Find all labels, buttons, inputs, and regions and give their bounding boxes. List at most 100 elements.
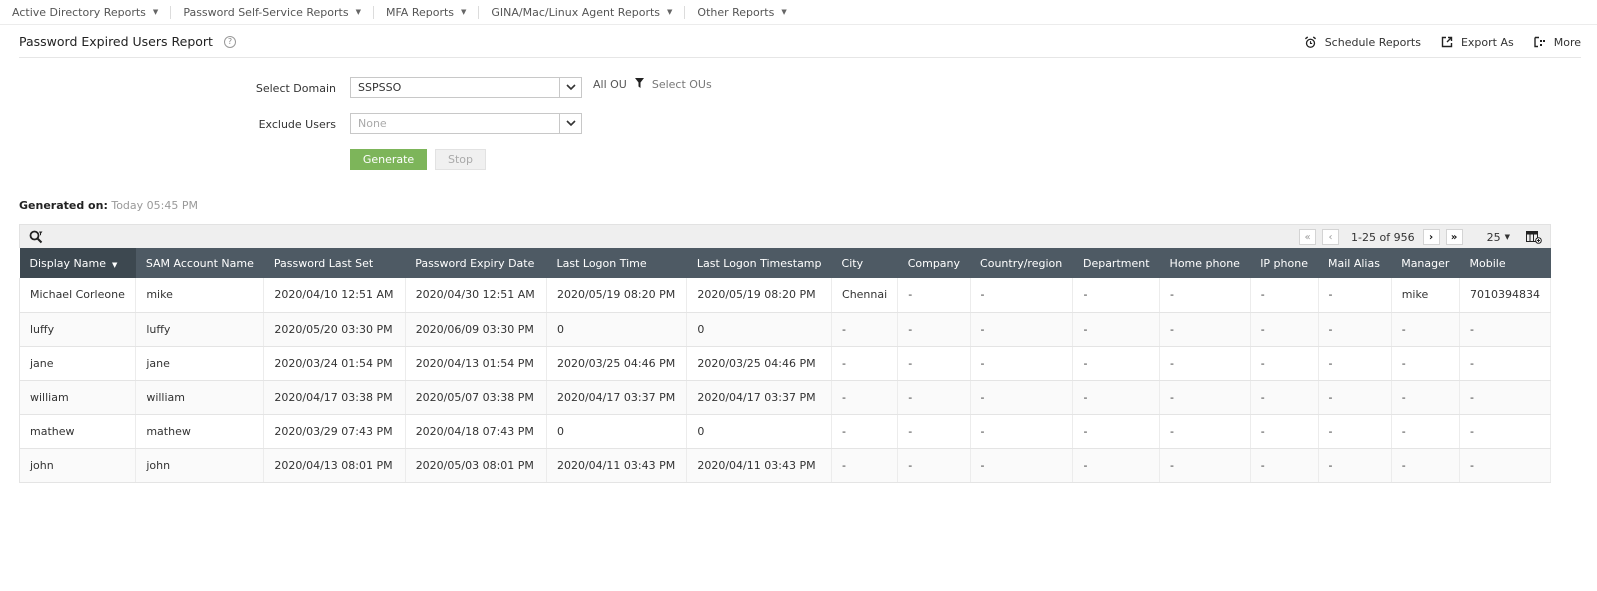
table-cell: - — [1159, 312, 1251, 347]
table-cell: - — [831, 414, 899, 449]
column-header-company[interactable]: Company — [897, 248, 971, 278]
table-cell: 2020/04/11 03:43 PM — [546, 448, 688, 483]
last-page-icon[interactable]: » — [1445, 229, 1463, 245]
chevron-down-icon: ▼ — [781, 8, 787, 16]
column-header-last-logon-time[interactable]: Last Logon Time — [546, 248, 687, 278]
column-chooser-icon[interactable] — [1526, 230, 1542, 244]
table-cell: - — [1159, 278, 1251, 313]
table-cell: 2020/04/18 07:43 PM — [405, 414, 547, 449]
column-header-password-expiry-date[interactable]: Password Expiry Date — [405, 248, 547, 278]
table-cell: - — [970, 448, 1074, 483]
table-cell: 2020/04/11 03:43 PM — [686, 448, 833, 483]
column-header-manager[interactable]: Manager — [1391, 248, 1460, 278]
table-cell: - — [1072, 448, 1161, 483]
select-ous-link[interactable]: Select OUs — [652, 78, 712, 91]
select-domain-label: Select Domain — [255, 82, 336, 95]
column-header-city[interactable]: City — [831, 248, 898, 278]
table-cell: - — [1391, 380, 1461, 415]
nav-password-self-service-reports[interactable]: Password Self-Service Reports ▼ — [171, 5, 374, 19]
table-row[interactable]: jane jane 2020/03/24 01:54 PM 2020/04/13 01… — [18, 346, 1551, 381]
table-cell: 2020/05/20 03:30 PM — [263, 312, 406, 347]
nav-agent-reports[interactable]: GINA/Mac/Linux Agent Reports ▼ — [479, 5, 686, 19]
page-size-select[interactable]: 25 ▼ — [1487, 231, 1510, 244]
table-cell: - — [1459, 448, 1551, 483]
table-cell: - — [1391, 346, 1461, 381]
table-cell: jane — [18, 346, 137, 381]
table-cell: - — [1318, 414, 1392, 449]
report-category-nav: Active Directory Reports ▼ Password Self-… — [0, 0, 1597, 25]
pagination: « ‹ 1-25 of 956 › » 25 ▼ — [1299, 228, 1542, 246]
filter-icon[interactable] — [634, 78, 644, 91]
table-cell: - — [1072, 414, 1161, 449]
table-cell: john — [18, 448, 137, 483]
chevron-down-icon: ▼ — [1504, 233, 1510, 241]
table-cell: - — [970, 278, 1074, 313]
table-cell: - — [1459, 414, 1551, 449]
exclude-users-select[interactable]: None — [350, 113, 582, 134]
all-ou-label: All OU — [593, 78, 627, 91]
next-page-icon[interactable]: › — [1422, 229, 1440, 245]
table-cell: - — [1159, 346, 1251, 381]
nav-mfa-reports[interactable]: MFA Reports ▼ — [374, 5, 480, 19]
export-as-button[interactable]: Export As — [1440, 35, 1514, 49]
chevron-down-icon — [559, 114, 581, 133]
domain-select-value: SSPSSO — [358, 81, 402, 94]
table-row[interactable]: Michael Corleone mike 2020/04/10 12:51 AM 2… — [18, 278, 1551, 313]
previous-page-icon[interactable]: ‹ — [1322, 229, 1340, 245]
schedule-reports-button[interactable]: Schedule Reports — [1304, 35, 1421, 49]
column-header-ip-phone[interactable]: IP phone — [1250, 248, 1318, 278]
table-cell: - — [1318, 312, 1392, 347]
chevron-down-icon: ▼ — [461, 8, 467, 16]
more-button[interactable]: More — [1533, 35, 1581, 49]
column-header-display-name[interactable]: Display Name ▼ — [19, 248, 136, 278]
table-cell: - — [1250, 278, 1319, 313]
generate-button[interactable]: Generate — [350, 149, 427, 170]
report-header: Password Expired Users Report ? Schedule… — [19, 26, 1581, 58]
generated-on-value: Today 05:45 PM — [111, 199, 198, 212]
column-header-sam-account-name[interactable]: SAM Account Name — [135, 248, 264, 278]
table-cell: - — [831, 312, 899, 347]
nav-active-directory-reports[interactable]: Active Directory Reports ▼ — [0, 5, 172, 19]
domain-select[interactable]: SSPSSO — [350, 77, 582, 98]
column-header-mobile[interactable]: Mobile — [1459, 248, 1551, 278]
alarm-clock-icon — [1304, 35, 1318, 49]
generated-on: Generated on: Today 05:45 PM — [19, 199, 198, 212]
table-row[interactable]: william william 2020/04/17 03:38 PM 2020/05… — [18, 380, 1551, 415]
table-row[interactable]: john john 2020/04/13 08:01 PM 2020/05/03 08… — [18, 448, 1551, 483]
more-menu-icon — [1533, 35, 1547, 49]
table-cell: 2020/05/03 08:01 PM — [405, 448, 547, 483]
search-filter-icon[interactable] — [29, 230, 43, 244]
first-page-icon[interactable]: « — [1299, 229, 1317, 245]
table-cell: - — [970, 312, 1074, 347]
column-header-last-logon-timestamp[interactable]: Last Logon Timestamp — [686, 248, 832, 278]
table-cell: Michael Corleone — [18, 278, 137, 313]
table-row[interactable]: luffy luffy 2020/05/20 03:30 PM 2020/06/09 … — [18, 312, 1551, 347]
table-cell: 2020/05/19 08:20 PM — [686, 278, 833, 313]
table-cell: william — [18, 380, 137, 415]
table-cell: - — [1250, 448, 1319, 483]
exclude-users-placeholder: None — [358, 117, 387, 130]
table-cell: 0 — [686, 414, 833, 449]
column-header-department[interactable]: Department — [1072, 248, 1160, 278]
table-cell: - — [1159, 414, 1251, 449]
chevron-down-icon: ▼ — [355, 8, 361, 16]
help-icon[interactable]: ? — [223, 35, 236, 48]
column-header-home-phone[interactable]: Home phone — [1159, 248, 1251, 278]
export-icon — [1440, 35, 1454, 49]
nav-other-reports[interactable]: Other Reports ▼ — [685, 6, 798, 19]
table-cell: mike — [1391, 278, 1461, 313]
nav-item-label: GINA/Mac/Linux Agent Reports — [491, 5, 661, 19]
column-header-mail-alias[interactable]: Mail Alias — [1318, 248, 1392, 278]
table-cell: mathew — [135, 414, 265, 449]
ou-selector: All OU Select OUs — [593, 78, 712, 91]
column-header-country-region[interactable]: Country/region — [970, 248, 1073, 278]
export-as-label: Export As — [1460, 35, 1514, 49]
report-table: Display Name ▼ SAM Account Name Password … — [18, 248, 1551, 483]
table-cell: - — [1159, 380, 1251, 415]
sort-descending-icon: ▼ — [112, 260, 118, 269]
column-header-password-last-set[interactable]: Password Last Set — [263, 248, 406, 278]
table-cell: john — [135, 448, 265, 483]
table-row[interactable]: mathew mathew 2020/03/29 07:43 PM 2020/04/1… — [18, 414, 1551, 449]
column-header-label: Display Name — [29, 256, 107, 270]
table-cell: - — [1072, 278, 1161, 313]
